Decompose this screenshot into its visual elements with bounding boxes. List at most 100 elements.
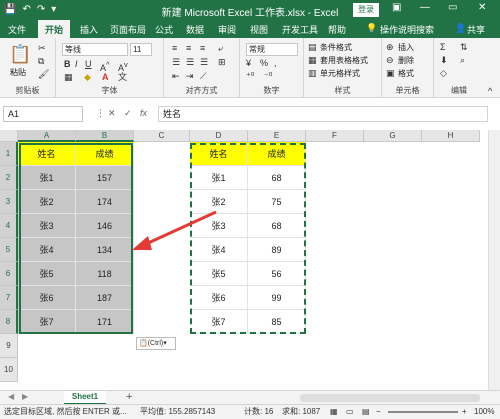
column-header-b[interactable]: B xyxy=(76,130,134,142)
row-header-7[interactable]: 7 xyxy=(0,286,18,310)
tab-page-layout[interactable]: 页面布局 xyxy=(110,23,146,36)
column-header-d[interactable]: D xyxy=(190,130,248,142)
row-header-3[interactable]: 3 xyxy=(0,190,18,214)
conditional-format-button[interactable]: 条件格式 xyxy=(320,42,352,53)
row-header-6[interactable]: 6 xyxy=(0,262,18,286)
paste-icon[interactable]: 📋 xyxy=(9,44,31,64)
borders-icon[interactable]: ▦ xyxy=(64,72,73,83)
row-header-8[interactable]: 8 xyxy=(0,310,18,334)
page-layout-view-icon[interactable]: ▭ xyxy=(346,405,354,419)
login-button[interactable]: 登录 xyxy=(353,3,379,17)
tab-insert[interactable]: 插入 xyxy=(80,23,98,36)
right-cell-name[interactable]: 张7 xyxy=(190,310,248,334)
right-cell-score[interactable]: 56 xyxy=(248,262,306,286)
right-cell-name[interactable]: 张6 xyxy=(190,286,248,310)
left-cell-name[interactable]: 张6 xyxy=(18,286,76,310)
italic-icon[interactable]: I xyxy=(75,59,78,70)
enter-icon[interactable]: ✓ xyxy=(124,108,132,119)
fill-icon[interactable]: ⬇ xyxy=(440,55,448,66)
increase-decimal-icon[interactable]: ⁺⁰ xyxy=(246,71,254,82)
add-sheet-button[interactable]: + xyxy=(126,391,132,403)
zoom-slider[interactable] xyxy=(388,411,458,413)
row-header-5[interactable]: 5 xyxy=(0,238,18,262)
right-header-name[interactable]: 姓名 xyxy=(190,142,248,166)
close-button[interactable]: ✕ xyxy=(478,2,486,13)
tab-formulas[interactable]: 公式 xyxy=(155,23,173,36)
tab-review[interactable]: 审阅 xyxy=(218,23,236,36)
font-color-icon[interactable]: A xyxy=(102,72,109,83)
insert-button[interactable]: 插入 xyxy=(398,42,414,53)
number-format-select[interactable]: 常规 xyxy=(246,43,298,56)
share-button[interactable]: 共享 xyxy=(467,23,485,36)
cancel-icon[interactable]: ✕ xyxy=(108,108,116,119)
row-header-10[interactable]: 10 xyxy=(0,358,18,382)
name-box[interactable]: A1 xyxy=(3,106,83,122)
tab-home[interactable]: 开始 xyxy=(38,20,71,38)
right-cell-name[interactable]: 张4 xyxy=(190,238,248,262)
ribbon-display-icon[interactable]: ▣ xyxy=(392,2,401,13)
left-cell-score[interactable]: 174 xyxy=(76,190,134,214)
delete-button[interactable]: 删除 xyxy=(398,55,414,66)
right-cell-name[interactable]: 张5 xyxy=(190,262,248,286)
column-header-h[interactable]: H xyxy=(422,130,480,142)
comma-icon[interactable]: , xyxy=(274,58,277,69)
left-cell-name[interactable]: 张2 xyxy=(18,190,76,214)
tab-developer[interactable]: 开发工具 xyxy=(282,23,318,36)
formula-input[interactable]: 姓名 xyxy=(158,106,488,122)
left-cell-score[interactable]: 171 xyxy=(76,310,134,334)
right-header-score[interactable]: 成绩 xyxy=(248,142,306,166)
right-cell-score[interactable]: 75 xyxy=(248,190,306,214)
row-header-2[interactable]: 2 xyxy=(0,166,18,190)
minimize-button[interactable]: — xyxy=(420,2,430,13)
currency-icon[interactable]: ¥ xyxy=(246,58,251,69)
clear-icon[interactable]: ◇ xyxy=(440,68,447,79)
left-cell-score[interactable]: 134 xyxy=(76,238,134,262)
column-header-f[interactable]: F xyxy=(306,130,364,142)
align-bottom-icon[interactable]: ≡ xyxy=(200,43,205,54)
autosum-icon[interactable]: Σ xyxy=(440,42,446,53)
paste-button[interactable]: 粘贴 xyxy=(10,67,26,78)
page-break-view-icon[interactable]: ▤ xyxy=(362,405,370,419)
underline-icon[interactable]: U xyxy=(85,59,92,70)
right-cell-name[interactable]: 张3 xyxy=(190,214,248,238)
format-button[interactable]: 格式 xyxy=(398,68,414,79)
cell-styles-button[interactable]: 单元格样式 xyxy=(320,68,360,79)
zoom-in-icon[interactable]: + xyxy=(462,405,467,419)
select-all-corner[interactable] xyxy=(0,130,18,142)
column-header-g[interactable]: G xyxy=(364,130,422,142)
normal-view-icon[interactable]: ▦ xyxy=(330,405,338,419)
left-cell-name[interactable]: 张3 xyxy=(18,214,76,238)
right-cell-score[interactable]: 85 xyxy=(248,310,306,334)
sheet-tab[interactable]: Sheet1 xyxy=(64,391,106,405)
right-cell-score[interactable]: 89 xyxy=(248,238,306,262)
left-cell-name[interactable]: 张7 xyxy=(18,310,76,334)
cut-icon[interactable]: ✂ xyxy=(38,43,46,54)
left-header-score[interactable]: 成绩 xyxy=(76,142,134,166)
align-right-icon[interactable]: ☰ xyxy=(200,57,208,68)
right-cell-score[interactable]: 68 xyxy=(248,214,306,238)
fill-color-icon[interactable]: ◆ xyxy=(84,72,91,83)
left-cell-score[interactable]: 118 xyxy=(76,262,134,286)
right-cell-name[interactable]: 张1 xyxy=(190,166,248,190)
left-cell-score[interactable]: 157 xyxy=(76,166,134,190)
orientation-icon[interactable]: ⟋ xyxy=(200,71,206,82)
left-cell-name[interactable]: 张4 xyxy=(18,238,76,262)
left-cell-name[interactable]: 张5 xyxy=(18,262,76,286)
column-header-a[interactable]: A xyxy=(18,130,76,142)
collapse-ribbon-icon[interactable]: ^ xyxy=(488,86,492,97)
align-left-icon[interactable]: ☰ xyxy=(172,57,180,68)
next-sheet-icon[interactable]: ▶ xyxy=(22,392,28,401)
restore-button[interactable]: ▭ xyxy=(448,2,457,13)
row-header-1[interactable]: 1 xyxy=(0,142,18,166)
font-size-select[interactable]: 11 xyxy=(130,43,152,56)
left-cell-score[interactable]: 187 xyxy=(76,286,134,310)
right-cell-score[interactable]: 99 xyxy=(248,286,306,310)
format-painter-icon[interactable]: 🖌 xyxy=(38,69,49,80)
percent-icon[interactable]: % xyxy=(260,58,268,69)
left-header-name[interactable]: 姓名 xyxy=(18,142,76,166)
left-cell-name[interactable]: 张1 xyxy=(18,166,76,190)
tab-file[interactable]: 文件 xyxy=(8,23,26,36)
copy-icon[interactable]: ⧉ xyxy=(38,56,44,67)
bold-icon[interactable]: B xyxy=(64,59,71,70)
vertical-scrollbar[interactable] xyxy=(488,130,500,390)
